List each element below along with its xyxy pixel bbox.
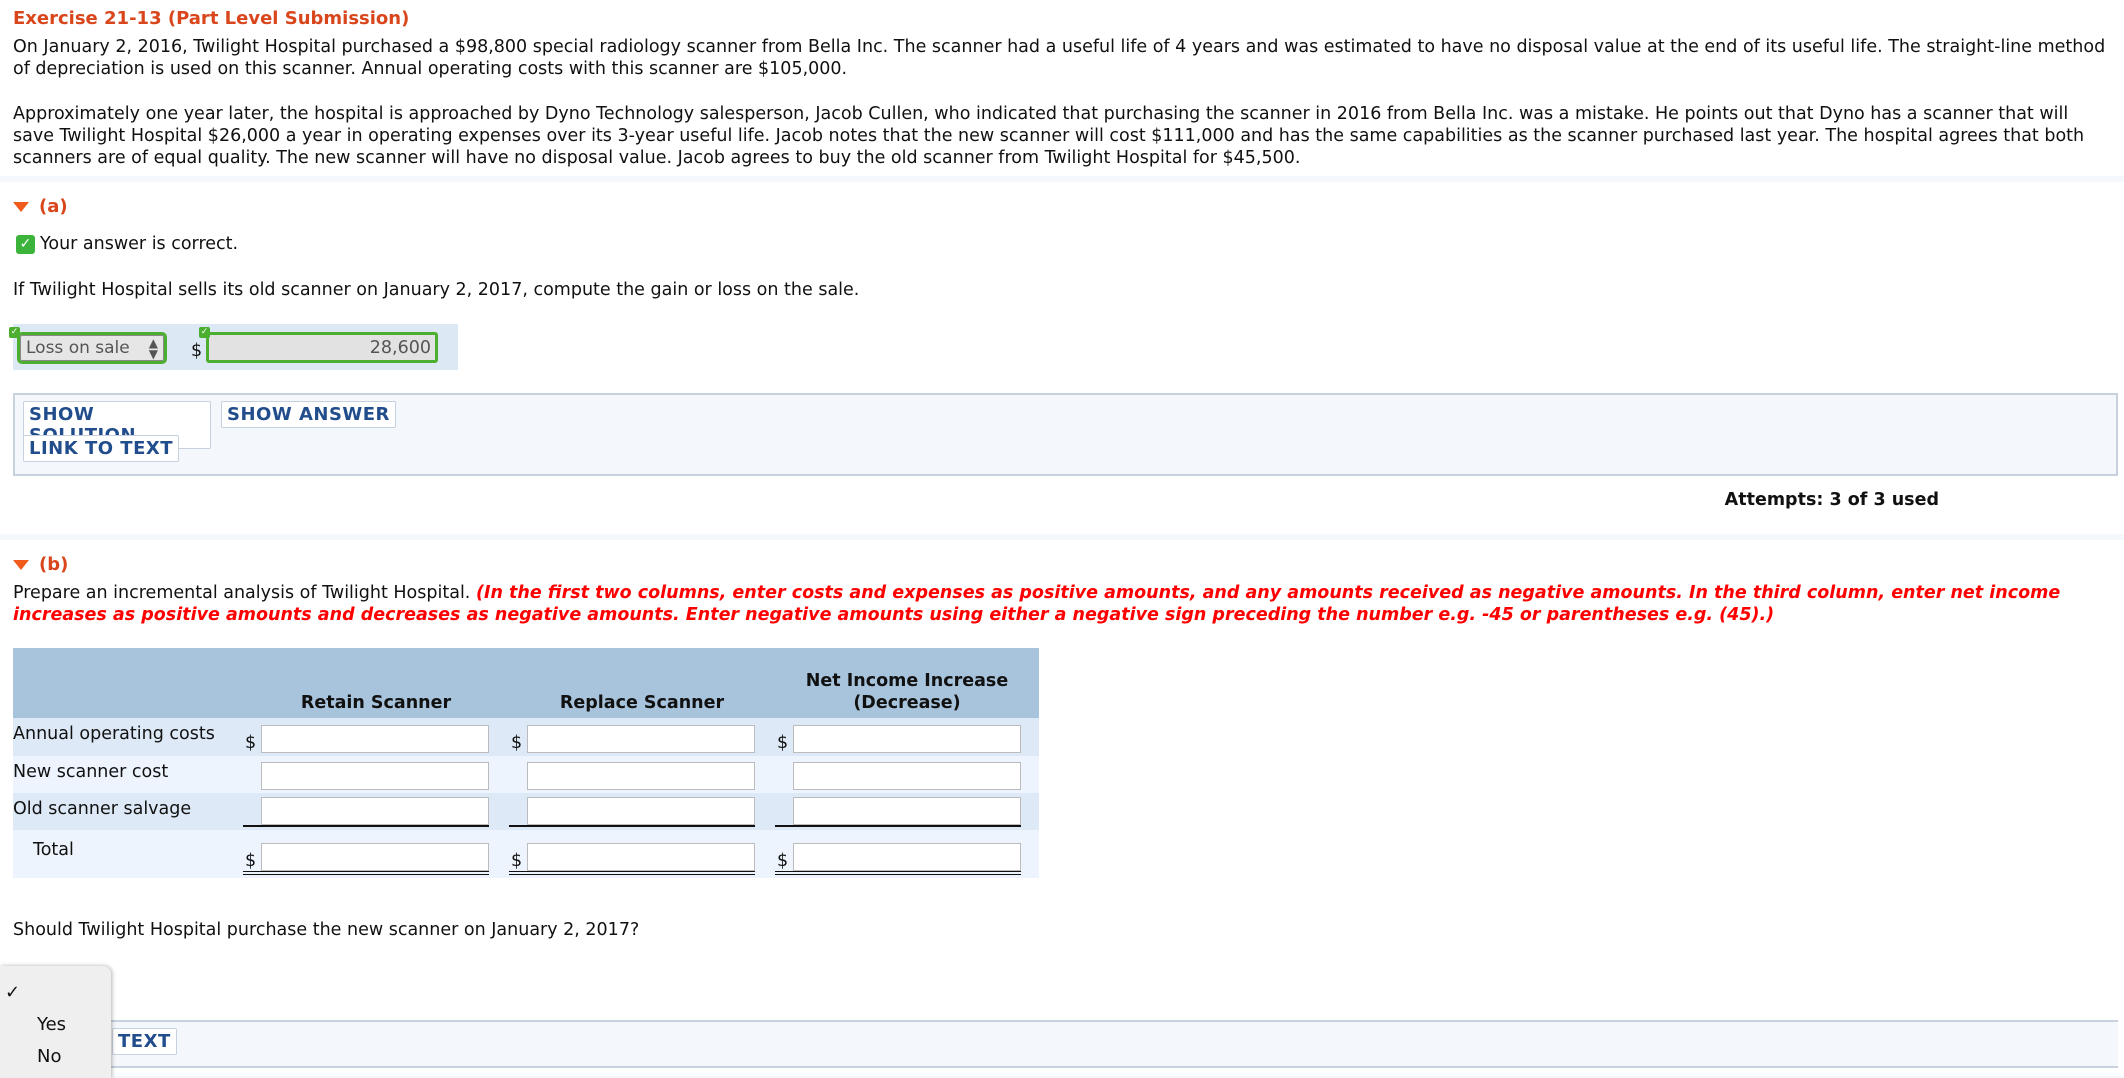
decision-dropdown-menu: ✓ Yes No [0,966,111,1078]
table-row: Old scanner salvage [13,793,1039,830]
show-answer-button[interactable]: SHOW ANSWER [221,401,396,428]
link-to-text-button[interactable]: TEXT [112,1028,177,1055]
row-label: Total [13,830,243,878]
amount-input[interactable]: 28,600 [206,332,438,363]
dollar-sign: $ [511,733,523,753]
check-icon: ✓ [16,234,35,254]
amount-input[interactable] [527,725,755,753]
table-row: Total $ $ $ [13,830,1039,878]
table-row: Annual operating costs $ $ $ [13,718,1039,756]
dollar-sign: $ [511,851,523,871]
col-net-income: Net Income Increase (Decrease) [775,648,1039,718]
collapse-triangle-icon [13,201,29,212]
amount-input[interactable] [793,725,1021,753]
table-row: New scanner cost [13,756,1039,793]
amount-input[interactable] [261,797,489,825]
collapse-triangle-icon [13,559,29,570]
selected-checkmark-icon: ✓ [5,982,21,1003]
amount-input[interactable] [261,725,489,753]
gain-loss-select[interactable]: Loss on sale ▲ ▼ [17,332,167,364]
correct-mark-icon: ✓ [199,327,210,338]
header-blank [13,648,243,718]
part-b-instructions: Prepare an incremental analysis of Twili… [13,582,2073,626]
answer-row: Loss on sale ▲ ▼ ✓ $ 28,600 ✓ [9,324,458,370]
select-arrows-icon: ▲ ▼ [148,336,158,361]
row-label: Old scanner salvage [13,793,243,830]
problem-paragraph-2: Approximately one year later, the hospit… [13,104,2085,168]
amount-input[interactable] [793,762,1021,790]
amount-input[interactable] [261,843,489,871]
row-label: Annual operating costs [13,718,243,756]
row-label: New scanner cost [13,756,243,793]
currency-symbol: $ [191,341,203,361]
intro-text: Prepare an incremental analysis of Twili… [13,583,471,603]
col-retain: Retain Scanner [243,648,509,718]
status-text: Your answer is correct. [40,234,239,254]
dollar-sign: $ [245,733,257,753]
answer-status: ✓ Your answer is correct. [16,234,238,254]
amount-input[interactable] [793,843,1021,871]
solution-buttons-box: SHOW SOLUTION SHOW ANSWER LINK TO TEXT [13,393,2118,476]
part-a-toggle[interactable]: (a) [13,196,68,217]
amount-input[interactable] [793,797,1021,825]
amount-input[interactable] [527,797,755,825]
link-to-text-button[interactable]: LINK TO TEXT [23,435,180,462]
amount-input[interactable] [527,762,755,790]
amount-input[interactable] [527,843,755,871]
option-no[interactable]: No [37,1046,61,1067]
col-replace: Replace Scanner [509,648,775,718]
correct-mark-icon: ✓ [9,327,20,338]
part-b-question: Should Twilight Hospital purchase the ne… [13,920,640,940]
select-value: Loss on sale [26,338,130,358]
part-a-label: (a) [39,196,68,217]
bottom-buttons-box: TEXT [55,1020,2118,1068]
problem-paragraph-1: On January 2, 2016, Twilight Hospital pu… [13,37,2106,79]
dollar-sign: $ [245,851,257,871]
part-b-toggle[interactable]: (b) [13,554,68,575]
dollar-sign: $ [777,851,789,871]
incremental-analysis-table: Retain Scanner Replace Scanner Net Incom… [13,648,1039,878]
dollar-sign: $ [777,733,789,753]
part-a-question: If Twilight Hospital sells its old scann… [13,280,860,300]
attempts-counter: Attempts: 3 of 3 used [1724,490,1939,510]
part-b-label: (b) [39,554,69,575]
option-yes[interactable]: Yes [37,1014,66,1035]
amount-input[interactable] [261,762,489,790]
exercise-title: Exercise 21-13 (Part Level Submission) [13,8,410,29]
